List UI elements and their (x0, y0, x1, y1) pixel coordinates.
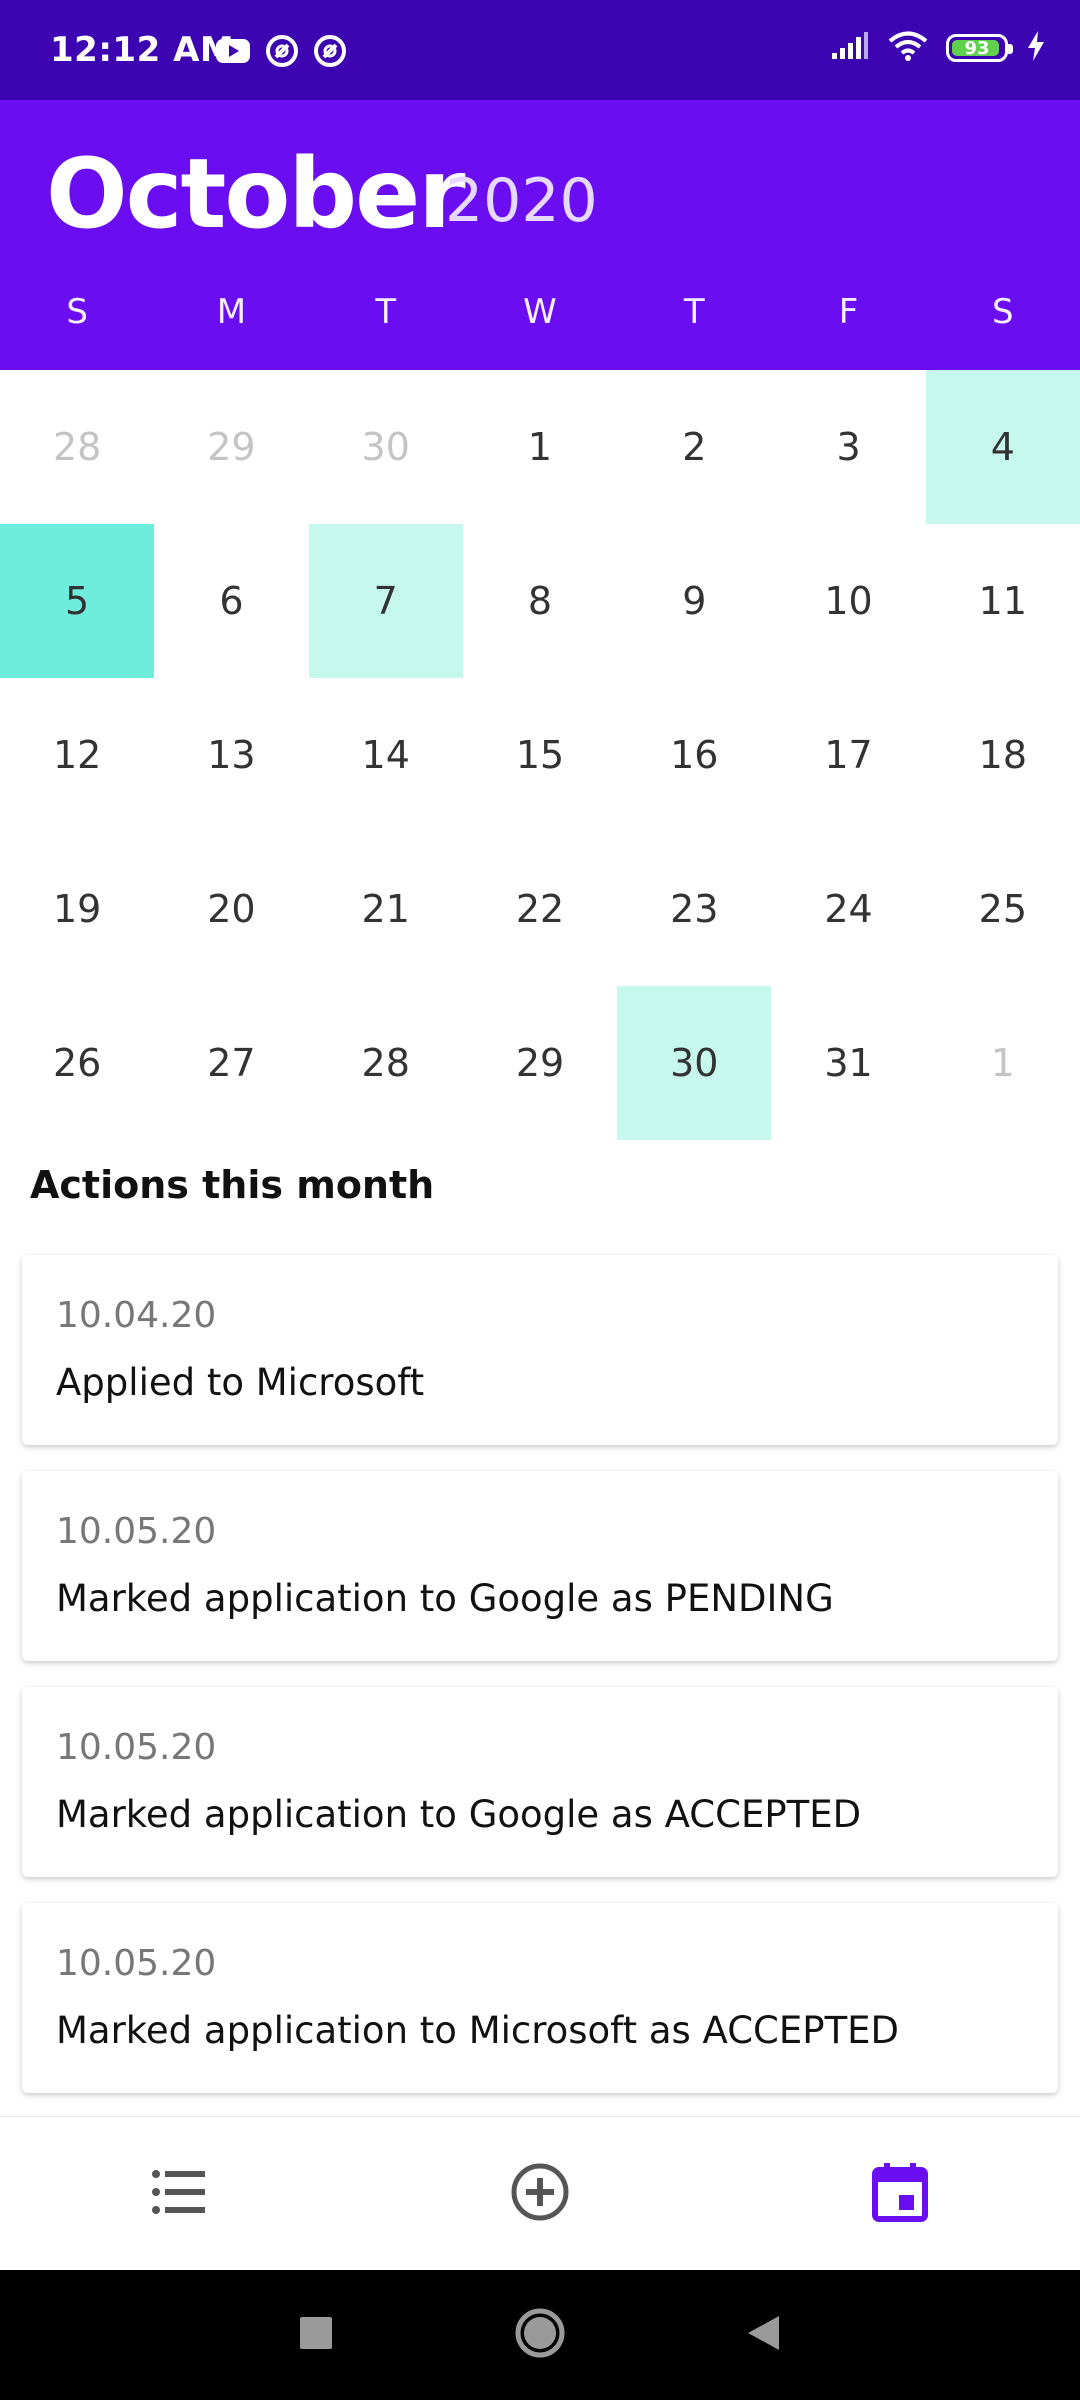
calendar-day[interactable]: 20 (154, 832, 308, 986)
wifi-icon (888, 30, 928, 66)
calendar-day[interactable]: 28 (309, 986, 463, 1140)
weekday-label: S (992, 292, 1014, 332)
weekday-label: S (66, 292, 88, 332)
back-icon (743, 2313, 783, 2357)
calendar-day[interactable]: 30 (617, 986, 772, 1140)
action-text: Applied to Microsoft (56, 1361, 425, 1404)
calendar-day[interactable]: 15 (463, 678, 617, 832)
calendar-day[interactable]: 25 (926, 832, 1080, 986)
calendar-day[interactable]: 23 (617, 832, 771, 986)
action-text: Marked application to Microsoft as ACCEP… (56, 2009, 900, 2052)
bottom-navigation (0, 2116, 1080, 2270)
calendar-day[interactable]: 2 (617, 370, 771, 524)
weekday-label: M (216, 292, 247, 332)
status-time: 12:12 AM (50, 30, 235, 70)
status-bar: 12:12 AM 93 (0, 0, 1080, 100)
weekday-row: S M T W T F S (0, 292, 1080, 332)
add-circle-icon (510, 2162, 570, 2226)
recents-icon (299, 2316, 333, 2354)
nav-calendar-button[interactable] (868, 2162, 932, 2226)
calendar-day[interactable]: 4 (925, 370, 1080, 524)
action-date: 10.04.20 (56, 1295, 217, 1336)
calendar-day[interactable]: 24 (771, 832, 925, 986)
youtube-icon (215, 37, 251, 69)
calendar-day[interactable]: 10 (771, 524, 925, 678)
calendar-day[interactable]: 5 (0, 524, 155, 678)
calendar-day[interactable]: 29 (463, 986, 617, 1140)
nav-list-button[interactable] (147, 2162, 211, 2226)
calendar-day[interactable]: 21 (309, 832, 463, 986)
calendar-day[interactable]: 18 (926, 678, 1080, 832)
calendar-day[interactable]: 11 (926, 524, 1080, 678)
calendar-day[interactable]: 29 (154, 370, 308, 524)
battery-icon: 93 (946, 34, 1013, 62)
home-button[interactable] (512, 2307, 568, 2363)
calendar-icon (872, 2162, 928, 2226)
year-label: 2020 (445, 166, 598, 236)
calendar-day[interactable]: 22 (463, 832, 617, 986)
calendar-day[interactable]: 1 (926, 986, 1080, 1140)
home-icon (514, 2307, 566, 2363)
notification-icon (265, 34, 299, 72)
month-title: October (46, 138, 466, 250)
signal-icon (830, 31, 870, 65)
calendar-day[interactable]: 6 (154, 524, 308, 678)
calendar-day[interactable]: 12 (0, 678, 154, 832)
calendar-day[interactable]: 28 (0, 370, 154, 524)
action-card[interactable]: 10.05.20 Marked application to Microsoft… (22, 1903, 1058, 2093)
calendar-day[interactable]: 16 (617, 678, 771, 832)
action-date: 10.05.20 (56, 1727, 217, 1768)
calendar-day[interactable]: 14 (309, 678, 463, 832)
calendar-day[interactable]: 7 (308, 524, 463, 678)
back-button[interactable] (735, 2307, 791, 2363)
calendar-grid: 28 29 30 1 2 3 4 5 6 7 8 9 10 11 12 13 14 15 16 17 18 19 20 21 2… (0, 370, 1080, 1140)
calendar-header: October 2020 S M T W T F S (0, 100, 1080, 370)
system-status-icons: 93 (830, 30, 1046, 66)
weekday-label: F (838, 292, 859, 332)
calendar-day[interactable]: 19 (0, 832, 154, 986)
battery-level: 93 (964, 37, 990, 59)
calendar-day[interactable]: 31 (771, 986, 925, 1140)
action-text: Marked application to Google as ACCEPTED (56, 1793, 862, 1836)
action-text: Marked application to Google as PENDING (56, 1577, 834, 1620)
notification-icon (313, 34, 347, 72)
calendar-day[interactable]: 17 (771, 678, 925, 832)
actions-section-title: Actions this month (30, 1163, 435, 1207)
calendar-day[interactable]: 30 (309, 370, 463, 524)
nav-add-button[interactable] (508, 2162, 572, 2226)
calendar-day[interactable]: 27 (154, 986, 308, 1140)
calendar-day[interactable]: 3 (771, 370, 925, 524)
action-date: 10.05.20 (56, 1943, 217, 1984)
action-card[interactable]: 10.05.20 Marked application to Google as… (22, 1687, 1058, 1877)
action-card[interactable]: 10.04.20 Applied to Microsoft (22, 1255, 1058, 1445)
calendar-day[interactable]: 8 (463, 524, 617, 678)
weekday-label: W (523, 292, 557, 332)
system-navigation (0, 2270, 1080, 2400)
charging-icon (1026, 30, 1046, 66)
actions-list: 10.04.20 Applied to Microsoft 10.05.20 M… (22, 1255, 1058, 2119)
recents-button[interactable] (288, 2307, 344, 2363)
calendar-day[interactable]: 13 (154, 678, 308, 832)
weekday-label: T (375, 292, 397, 332)
list-icon (151, 2168, 207, 2220)
calendar-day[interactable]: 26 (0, 986, 154, 1140)
calendar-day[interactable]: 9 (617, 524, 771, 678)
weekday-label: T (683, 292, 705, 332)
action-card[interactable]: 10.05.20 Marked application to Google as… (22, 1471, 1058, 1661)
notification-icons (215, 34, 347, 72)
calendar-day[interactable]: 1 (463, 370, 617, 524)
action-date: 10.05.20 (56, 1511, 217, 1552)
